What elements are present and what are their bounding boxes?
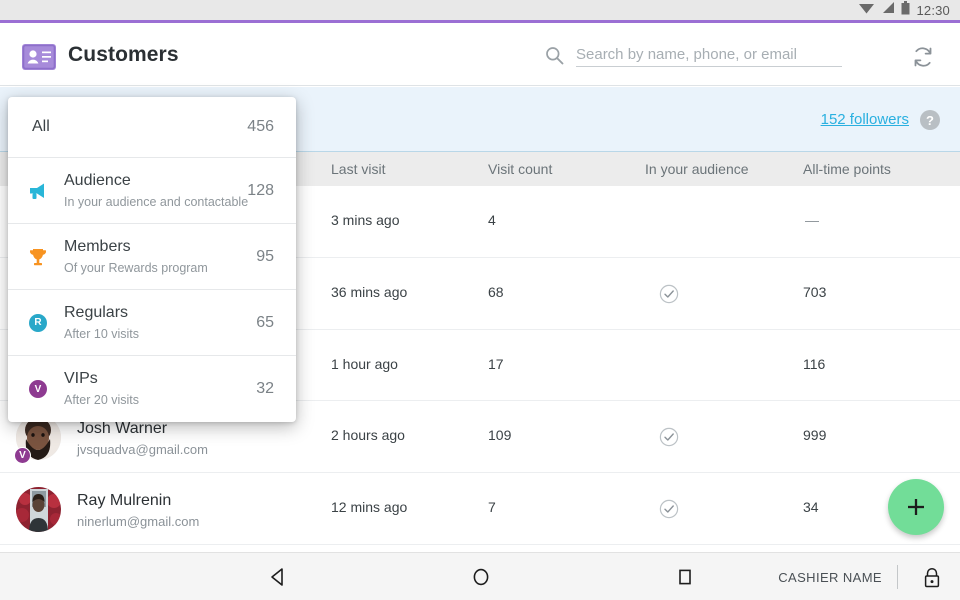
status-time: 12:30 — [916, 3, 950, 18]
table-row[interactable]: Ray Mulrenin ninerlum@gmail.com 12 mins … — [0, 473, 960, 545]
cashier-name-label[interactable]: CASHIER NAME — [778, 570, 882, 585]
dropdown-item-subtitle: After 20 visits — [64, 393, 139, 407]
cell-visit-count: 109 — [488, 427, 511, 443]
lock-icon[interactable] — [919, 566, 945, 590]
customer-name: Ray Mulrenin — [77, 492, 171, 510]
column-header-last-visit: Last visit — [331, 161, 385, 177]
cell-last-visit: 1 hour ago — [331, 356, 398, 372]
dropdown-item-count: 456 — [247, 118, 274, 136]
search-bar — [545, 43, 845, 69]
signal-icon — [881, 1, 895, 19]
battery-icon — [901, 1, 910, 20]
dropdown-item-members[interactable]: Members Of your Rewards program 95 — [8, 224, 296, 290]
vip-badge-icon: V — [14, 447, 31, 464]
dropdown-item-label: Audience — [64, 172, 131, 190]
home-circle-icon[interactable] — [449, 553, 513, 600]
customer-name: Josh Warner — [77, 420, 167, 438]
dropdown-item-subtitle: In your audience and contactable — [64, 195, 248, 209]
customer-email: ninerlum@gmail.com — [77, 514, 199, 529]
dropdown-item-subtitle: After 10 visits — [64, 327, 139, 341]
nav-separator — [897, 565, 898, 589]
add-customer-fab[interactable] — [888, 479, 944, 535]
wifi-icon — [858, 1, 875, 19]
back-triangle-icon[interactable] — [246, 553, 310, 600]
cell-all-time-points: 34 — [803, 499, 819, 515]
followers-link[interactable]: 152 followers — [821, 111, 909, 128]
plus-icon — [904, 495, 928, 519]
page-title: Customers — [68, 43, 179, 67]
vip-badge-glyph: V — [29, 380, 47, 398]
contact-card-icon — [22, 44, 56, 70]
cell-visit-count: 4 — [488, 212, 496, 228]
dropdown-item-audience[interactable]: Audience In your audience and contactabl… — [8, 158, 296, 224]
avatar — [16, 487, 61, 532]
vip-badge-icon: V — [27, 378, 49, 400]
regular-badge-glyph: R — [29, 314, 47, 332]
cell-last-visit: 3 mins ago — [331, 212, 399, 228]
megaphone-icon — [27, 180, 49, 202]
in-audience-check-icon — [659, 284, 679, 304]
in-audience-check-icon — [659, 499, 679, 519]
column-header-all-time-points: All-time points — [803, 161, 891, 177]
column-header-visit-count: Visit count — [488, 161, 552, 177]
customer-email: jvsquadva@gmail.com — [77, 442, 208, 457]
refresh-icon[interactable] — [908, 43, 938, 73]
help-icon[interactable]: ? — [920, 110, 940, 130]
cell-all-time-points: 703 — [803, 284, 826, 300]
dropdown-item-count: 32 — [256, 380, 274, 398]
app-root: 12:30 Customers 152 — [0, 0, 960, 600]
search-input[interactable] — [576, 43, 842, 67]
android-nav-bar: CASHIER NAME — [0, 552, 960, 600]
dropdown-item-count: 65 — [256, 314, 274, 332]
cell-last-visit: 2 hours ago — [331, 427, 405, 443]
dropdown-item-label: VIPs — [64, 370, 98, 388]
recents-square-icon[interactable] — [653, 553, 717, 600]
regular-badge-icon: R — [27, 312, 49, 334]
cell-visit-count: 68 — [488, 284, 504, 300]
dropdown-item-count: 128 — [247, 182, 274, 200]
dropdown-item-subtitle: Of your Rewards program — [64, 261, 208, 275]
segment-filter-dropdown: All 456 Audience In your audience and co… — [8, 97, 296, 422]
column-header-in-audience: In your audience — [645, 161, 749, 177]
dropdown-item-vips[interactable]: V VIPs After 20 visits 32 — [8, 356, 296, 422]
dropdown-item-label: All — [32, 118, 50, 136]
cell-all-time-points: 999 — [803, 427, 826, 443]
dropdown-item-all[interactable]: All 456 — [8, 97, 296, 158]
cell-last-visit: 12 mins ago — [331, 499, 407, 515]
search-icon — [545, 46, 564, 70]
status-bar: 12:30 — [0, 0, 960, 20]
cell-all-time-points: — — [805, 212, 819, 228]
dropdown-item-regulars[interactable]: R Regulars After 10 visits 65 — [8, 290, 296, 356]
cell-visit-count: 17 — [488, 356, 504, 372]
dropdown-item-label: Regulars — [64, 304, 128, 322]
dropdown-item-label: Members — [64, 238, 131, 256]
in-audience-check-icon — [659, 427, 679, 447]
cell-last-visit: 36 mins ago — [331, 284, 407, 300]
dropdown-item-count: 95 — [256, 248, 274, 266]
trophy-icon — [27, 246, 49, 268]
cell-visit-count: 7 — [488, 499, 496, 515]
cell-all-time-points: 116 — [803, 356, 825, 372]
